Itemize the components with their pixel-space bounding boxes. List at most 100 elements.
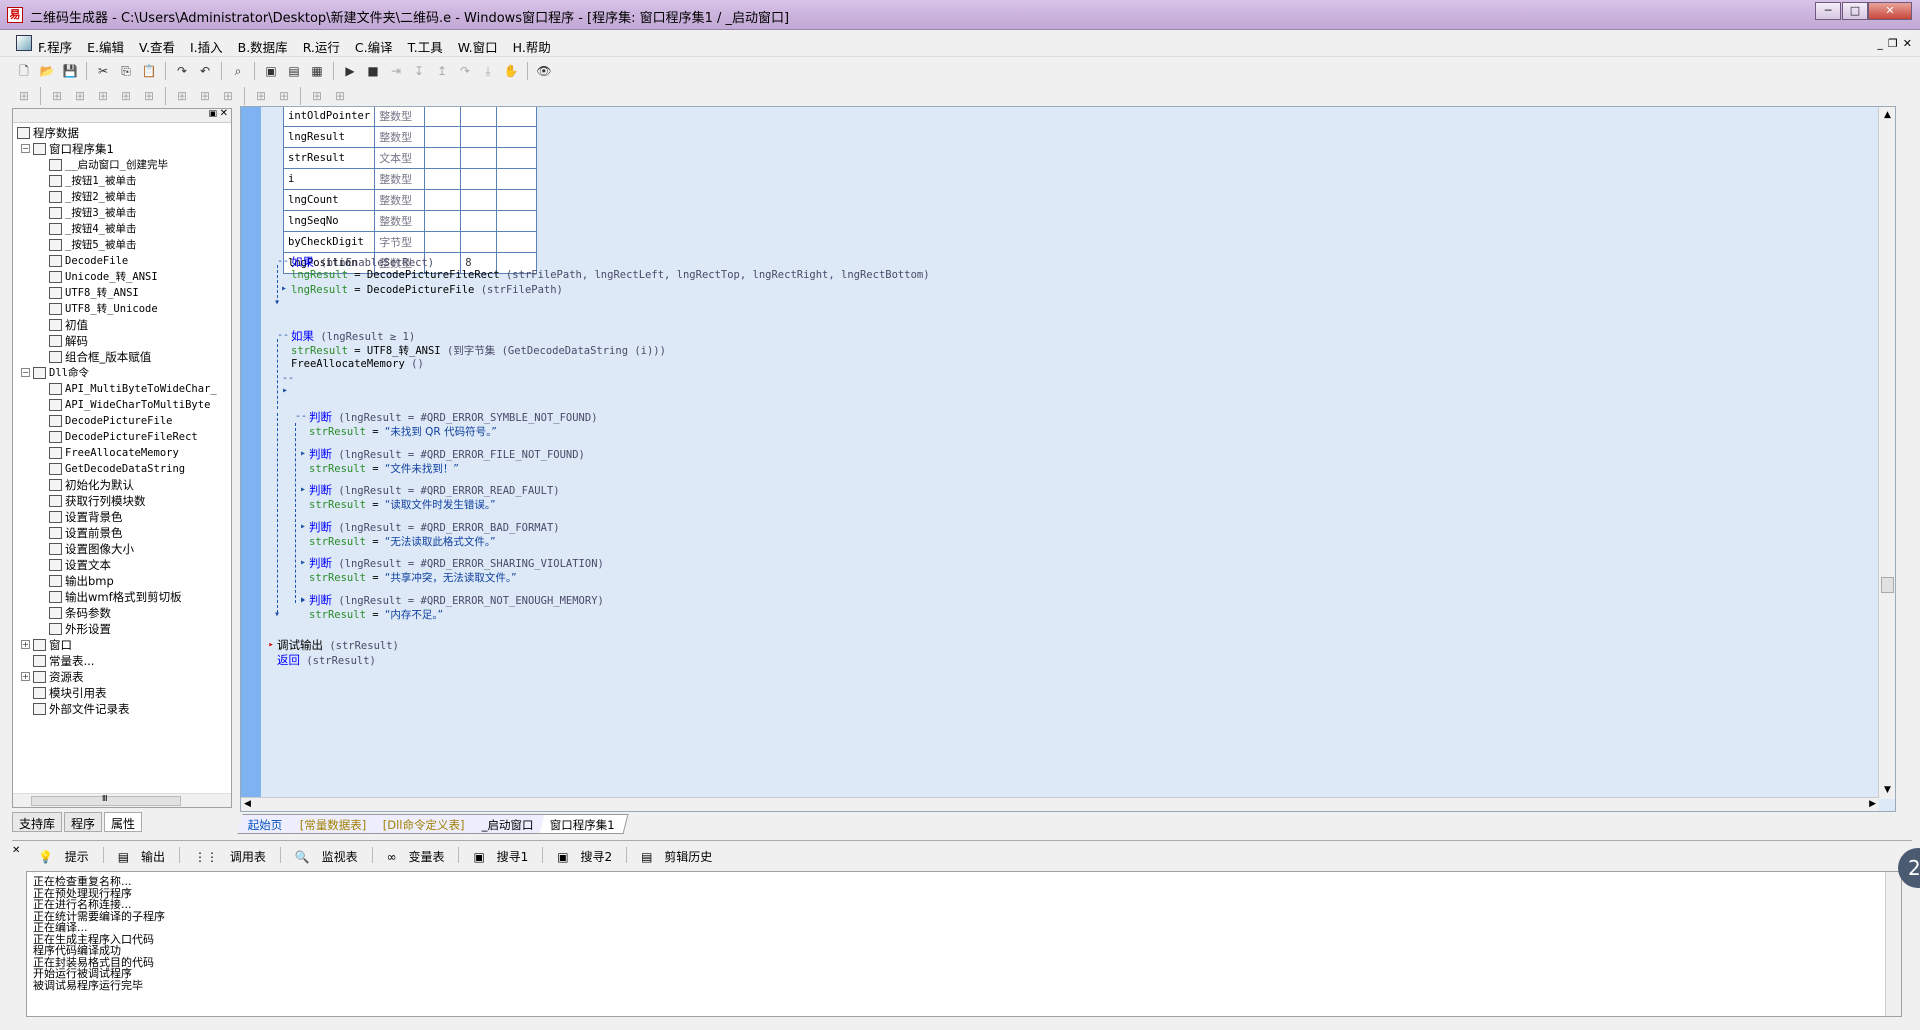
menu-item-2[interactable]: V.查看	[139, 37, 175, 56]
editor-vertical-scrollbar[interactable]: ▲ ▼	[1878, 107, 1895, 799]
tree-node[interactable]: 输出bmp	[13, 573, 231, 589]
tree-node[interactable]: DecodeFile	[13, 253, 231, 269]
window-layout-1-icon[interactable]: ▣	[261, 61, 281, 81]
tree-node[interactable]: _按钮2_被单击	[13, 189, 231, 205]
tree-node[interactable]: 设置背景色	[13, 509, 231, 525]
step-over-icon[interactable]: ↷	[455, 61, 475, 81]
menu-item-0[interactable]: F.程序	[38, 37, 72, 56]
same-size-icon[interactable]: ⊞	[195, 86, 215, 106]
code-area[interactable]: intOldPointer 整数型 lngResult 整数型 strResult 文本型…	[267, 107, 1877, 797]
tab-variables[interactable]: ∞ 变量表	[379, 847, 453, 866]
tree-node[interactable]: __启动窗口_创建完毕	[13, 157, 231, 173]
tree-node[interactable]: FreeAllocateMemory	[13, 445, 231, 461]
tab-start-page[interactable]: 起始页	[237, 814, 296, 834]
tree-node[interactable]: _按钮5_被单击	[13, 237, 231, 253]
cut-icon[interactable]: ✂	[93, 61, 113, 81]
scroll-thumb[interactable]: Ⅲ	[31, 794, 181, 806]
menu-item-6[interactable]: C.编译	[355, 37, 393, 56]
variable-row[interactable]: strResult 文本型	[282, 147, 538, 169]
step-icon[interactable]: ⇥	[386, 61, 406, 81]
tab-program[interactable]: 程序	[64, 812, 103, 832]
tree-node[interactable]: _按钮3_被单击	[13, 205, 231, 221]
center-v-icon[interactable]: ⊞	[307, 86, 327, 106]
tree-node[interactable]: − Dll命令	[13, 365, 231, 381]
align-right-icon[interactable]: ⊞	[93, 86, 113, 106]
tree-node[interactable]: UTF8_转_ANSI	[13, 285, 231, 301]
tree-node[interactable]: 常量表...	[13, 653, 231, 669]
tab-search2[interactable]: ▣ 搜寻2	[549, 847, 620, 866]
grid-icon[interactable]: ⊞	[330, 86, 350, 106]
menu-item-7[interactable]: T.工具	[408, 37, 443, 56]
collapse-icon[interactable]: −	[21, 368, 30, 377]
mdi-restore-button[interactable]: ❐	[1888, 37, 1898, 50]
paste-icon[interactable]: 📋	[139, 61, 159, 81]
tree-node[interactable]: 设置文本	[13, 557, 231, 573]
align-left-icon[interactable]: ⊞	[14, 86, 34, 106]
tab-support-library[interactable]: 支持库	[12, 812, 63, 832]
scroll-left-icon[interactable]: ◀	[244, 799, 251, 809]
tree-node[interactable]: − 窗口程序集1	[13, 141, 231, 157]
code-editor[interactable]: intOldPointer 整数型 lngResult 整数型 strResult 文本型…	[240, 106, 1896, 812]
tab-dll-table[interactable]: [Dll命令定义表]	[372, 814, 479, 834]
binoculars-icon[interactable]: 👁	[534, 61, 554, 81]
expand-icon[interactable]: +	[21, 672, 30, 681]
menu-item-5[interactable]: R.运行	[303, 37, 340, 56]
mdi-close-button[interactable]: ✕	[1903, 37, 1912, 50]
pin-icon[interactable]: ▣	[208, 109, 217, 119]
tree-node[interactable]: 程序数据	[13, 125, 231, 141]
tree-node[interactable]: DecodePictureFile	[13, 413, 231, 429]
align-bottom-icon[interactable]: ⊞	[116, 86, 136, 106]
hand-icon[interactable]: ✋	[501, 61, 521, 81]
run-icon[interactable]: ▶	[340, 61, 360, 81]
redo-icon[interactable]: ↷	[172, 61, 192, 81]
mdi-minimize-button[interactable]: _	[1877, 37, 1883, 50]
tree-node[interactable]: 输出wmf格式到剪切板	[13, 589, 231, 605]
tree-node[interactable]: 初始化为默认	[13, 477, 231, 493]
menu-item-9[interactable]: H.帮助	[513, 37, 551, 56]
tab-hint[interactable]: 💡 提示	[30, 847, 97, 866]
tree-node[interactable]: API_MultiByteToWideChar_	[13, 381, 231, 397]
tree-node[interactable]: + 窗口	[13, 637, 231, 653]
tree-horizontal-scrollbar[interactable]: Ⅲ	[13, 793, 231, 807]
tree-node[interactable]: _按钮1_被单击	[13, 173, 231, 189]
run-to-icon[interactable]: ⤓	[478, 61, 498, 81]
variable-row[interactable]: intOldPointer 整数型	[282, 107, 538, 127]
tree-node[interactable]: Unicode_转_ANSI	[13, 269, 231, 285]
same-width-icon[interactable]: ⊞	[139, 86, 159, 106]
menu-item-3[interactable]: I.插入	[190, 37, 223, 56]
minimize-button[interactable]: ─	[1815, 2, 1841, 20]
scroll-thumb[interactable]	[1881, 577, 1894, 593]
tree-node[interactable]: 初值	[13, 317, 231, 333]
tab-window-assembly[interactable]: 窗口程序集1	[539, 814, 629, 834]
close-button[interactable]: ✕	[1868, 2, 1912, 20]
menu-item-8[interactable]: W.窗口	[458, 37, 498, 56]
scroll-right-icon[interactable]: ▶	[1869, 799, 1876, 809]
scroll-down-icon[interactable]: ▼	[1881, 784, 1894, 797]
open-icon[interactable]: 📂	[37, 61, 57, 81]
save-icon[interactable]: 💾	[60, 61, 80, 81]
step-into-icon[interactable]: ↧	[409, 61, 429, 81]
tree-node[interactable]: GetDecodeDataString	[13, 461, 231, 477]
window-layout-3-icon[interactable]: ▦	[307, 61, 327, 81]
scroll-up-icon[interactable]: ▲	[1881, 109, 1894, 122]
copy-icon[interactable]: ⎘	[116, 61, 136, 81]
find-icon[interactable]: ⌕	[228, 61, 248, 81]
tree-node[interactable]: 模块引用表	[13, 685, 231, 701]
tab-search1[interactable]: ▣ 搜寻1	[465, 847, 536, 866]
tree-node[interactable]: DecodePictureFileRect	[13, 429, 231, 445]
variable-row[interactable]: byCheckDigit 字节型	[282, 231, 538, 253]
space-h-icon[interactable]: ⊞	[218, 86, 238, 106]
tree-node[interactable]: UTF8_转_Unicode	[13, 301, 231, 317]
variable-row[interactable]: lngResult 整数型	[282, 126, 538, 148]
expand-icon[interactable]: +	[21, 640, 30, 649]
align-top-icon[interactable]: ⊞	[47, 86, 67, 106]
tab-watch[interactable]: 🔍 监视表	[287, 847, 366, 866]
align-center-icon[interactable]: ⊞	[70, 86, 90, 106]
panel-close-icon[interactable]: ✕	[12, 845, 20, 856]
tree-node[interactable]: 解码	[13, 333, 231, 349]
tab-startup-window[interactable]: _启动窗口	[471, 814, 547, 834]
stop-icon[interactable]: ■	[363, 61, 383, 81]
tab-clip-history[interactable]: ▤ 剪辑历史	[633, 847, 720, 866]
tree-node[interactable]: _按钮4_被单击	[13, 221, 231, 237]
tree-node[interactable]: 外形设置	[13, 621, 231, 637]
